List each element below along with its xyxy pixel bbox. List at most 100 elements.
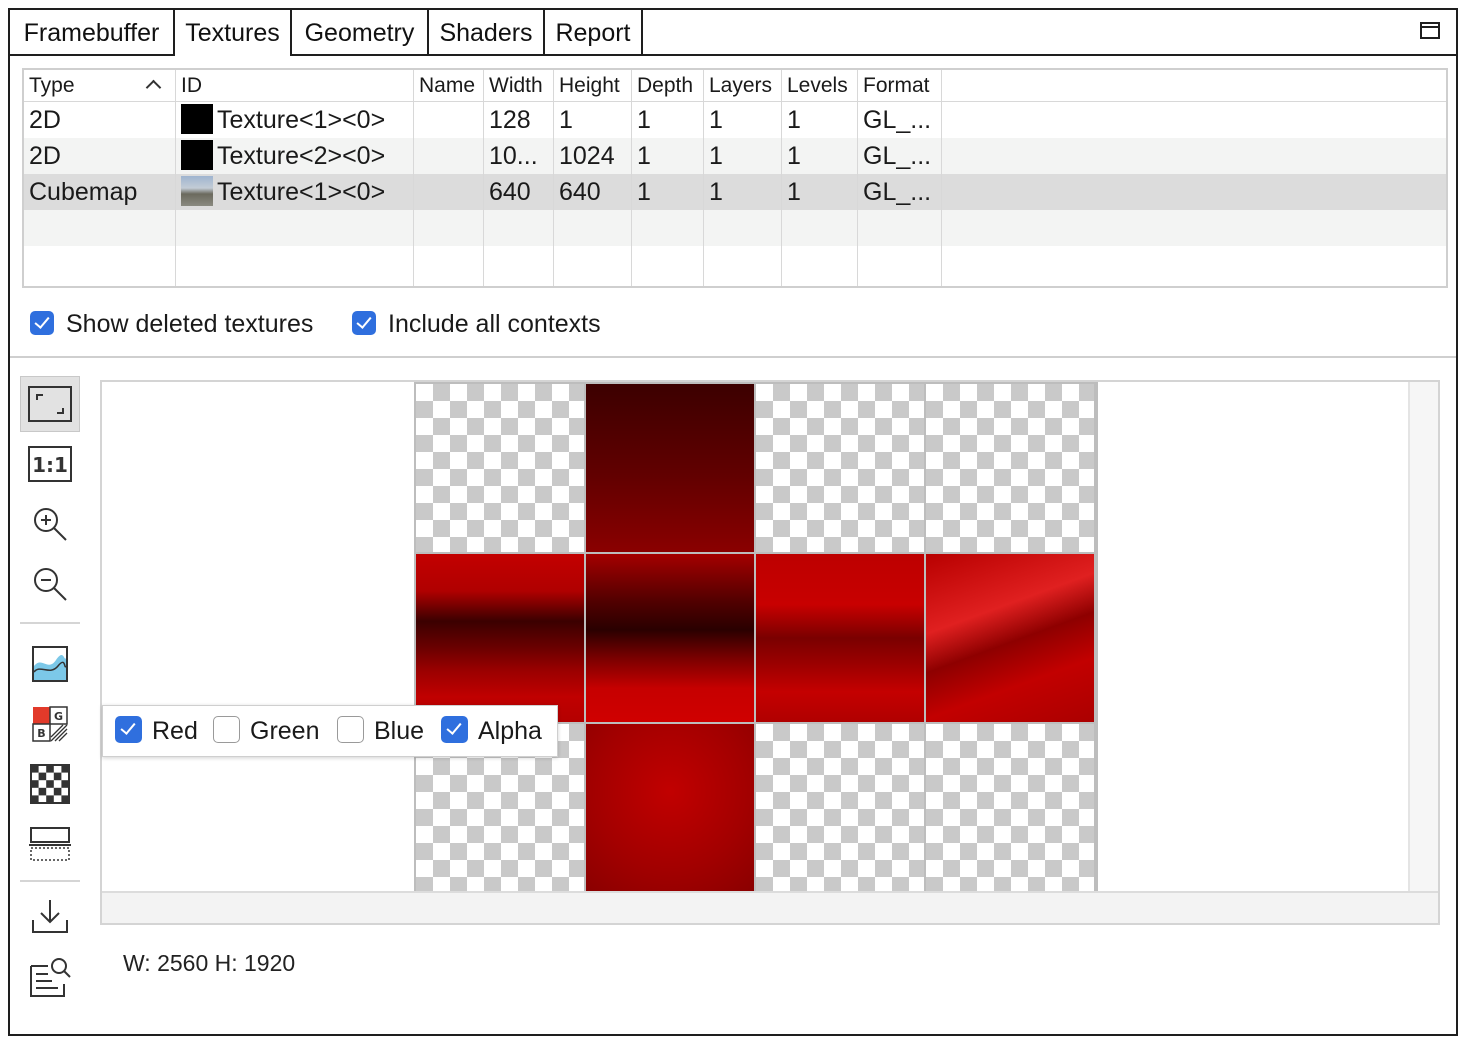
include-all-contexts-checkbox[interactable]: Include all contexts — [352, 308, 601, 340]
cubemap-face-front — [586, 554, 754, 722]
cell-width: 128 — [484, 102, 554, 138]
empty-cell — [484, 246, 554, 286]
checkbox-unchecked-icon[interactable] — [213, 716, 240, 744]
svg-text:G: G — [54, 710, 63, 723]
actual-size-icon: 1:1 — [28, 446, 72, 482]
cell-levels: 1 — [782, 174, 858, 210]
channel-red-checkbox[interactable]: Red — [115, 706, 198, 756]
channel-alpha-checkbox[interactable]: Alpha — [441, 706, 542, 756]
actual-size-button[interactable]: 1:1 — [20, 436, 80, 492]
cell-name — [414, 138, 484, 174]
cell-depth: 1 — [632, 174, 704, 210]
checkerboard-icon — [30, 764, 70, 804]
column-header-levels[interactable]: Levels — [782, 70, 858, 102]
cell-type: 2D — [24, 102, 176, 138]
checkbox-checked-icon[interactable] — [441, 716, 468, 744]
color-channels-icon: G B — [32, 706, 68, 742]
tab-textures[interactable]: Textures — [173, 10, 292, 56]
empty-cell — [24, 210, 176, 246]
checkbox-label: Show deleted textures — [66, 310, 314, 338]
empty-cell — [414, 246, 484, 286]
texture-thumbnail — [181, 140, 213, 171]
column-header-layers[interactable]: Layers — [704, 70, 782, 102]
texture-preview[interactable] — [100, 380, 1440, 925]
empty-row — [24, 210, 1446, 246]
cell-height: 1 — [554, 102, 632, 138]
checkbox-checked-icon[interactable] — [30, 310, 54, 335]
cell-type: 2D — [24, 138, 176, 174]
column-header-height[interactable]: Height — [554, 70, 632, 102]
table-header: Type ID Name Width Height Depth Layers L… — [24, 70, 1446, 102]
inspect-button[interactable] — [20, 948, 80, 1004]
svg-text:B: B — [37, 727, 45, 740]
cell-layers: 1 — [704, 102, 782, 138]
texture-thumbnail — [181, 104, 213, 135]
cell-levels: 1 — [782, 138, 858, 174]
empty-cell — [782, 210, 858, 246]
cubemap-face-left — [416, 554, 584, 722]
column-header-depth[interactable]: Depth — [632, 70, 704, 102]
checkbox-unchecked-icon[interactable] — [337, 716, 364, 744]
empty-cell — [858, 246, 942, 286]
channel-label: Green — [250, 717, 320, 745]
cell-levels: 1 — [782, 102, 858, 138]
tab-report[interactable]: Report — [545, 10, 643, 56]
column-header-name[interactable]: Name — [414, 70, 484, 102]
channel-green-checkbox[interactable]: Green — [213, 706, 319, 756]
empty-face — [756, 724, 924, 892]
checkbox-checked-icon[interactable] — [352, 310, 376, 335]
cell-height: 640 — [554, 174, 632, 210]
column-header-format[interactable]: Format — [858, 70, 942, 102]
histogram-icon — [32, 646, 68, 682]
cubemap-canvas — [414, 382, 1098, 893]
cell-format: GL_... — [858, 138, 942, 174]
color-channels-button[interactable]: G B — [20, 696, 80, 752]
checkbox-checked-icon[interactable] — [115, 716, 142, 744]
empty-cell — [704, 246, 782, 286]
checkerboard-button[interactable] — [20, 756, 80, 812]
empty-row — [24, 246, 1446, 286]
zoom-out-button[interactable] — [20, 556, 80, 612]
fit-to-window-button[interactable] — [20, 376, 80, 432]
cell-format: GL_... — [858, 102, 942, 138]
maximize-icon[interactable] — [1420, 22, 1440, 39]
histogram-button[interactable] — [20, 636, 80, 692]
table-body: 2D Texture<1><0> 128 1 1 1 1 GL_... 2D T… — [24, 102, 1446, 286]
cell-id: Texture<1><0> — [176, 102, 414, 138]
show-deleted-checkbox[interactable]: Show deleted textures — [30, 308, 313, 340]
save-icon — [32, 900, 68, 933]
cell-id-text: Texture<1><0> — [217, 106, 386, 134]
empty-cell — [858, 210, 942, 246]
cell-name — [414, 102, 484, 138]
empty-cell — [176, 246, 414, 286]
cell-width: 10... — [484, 138, 554, 174]
fit-to-window-icon — [28, 386, 72, 422]
cell-depth: 1 — [632, 102, 704, 138]
column-header-width[interactable]: Width — [484, 70, 554, 102]
cubemap-thumbnail — [181, 176, 213, 207]
tab-shaders[interactable]: Shaders — [429, 10, 545, 56]
table-row[interactable]: 2D Texture<1><0> 128 1 1 1 1 GL_... — [24, 102, 1446, 138]
vertical-scrollbar[interactable] — [1408, 382, 1438, 893]
empty-face — [756, 384, 924, 552]
cell-type: Cubemap — [24, 174, 176, 210]
texture-size-readout: W: 2560 H: 1920 — [123, 950, 296, 976]
zoom-in-icon — [34, 508, 67, 541]
zoom-in-button[interactable] — [20, 496, 80, 552]
table-row[interactable]: 2D Texture<2><0> 10... 1024 1 1 1 GL_... — [24, 138, 1446, 174]
horizontal-scrollbar[interactable] — [102, 891, 1438, 923]
empty-cell — [554, 246, 632, 286]
flip-icon — [29, 827, 71, 861]
zoom-out-icon — [34, 568, 67, 601]
channel-blue-checkbox[interactable]: Blue — [337, 706, 424, 756]
save-texture-button[interactable] — [20, 888, 80, 944]
column-label: Type — [29, 74, 75, 97]
flip-vertical-button[interactable] — [20, 816, 80, 872]
cell-id: Texture<1><0> — [176, 174, 414, 210]
empty-face — [926, 384, 1094, 552]
empty-cell — [782, 246, 858, 286]
tab-framebuffer[interactable]: Framebuffer — [10, 10, 175, 56]
tab-geometry[interactable]: Geometry — [292, 10, 429, 56]
table-row[interactable]: Cubemap Texture<1><0> 640 640 1 1 1 GL_.… — [24, 174, 1446, 210]
column-header-id[interactable]: ID — [176, 70, 414, 102]
